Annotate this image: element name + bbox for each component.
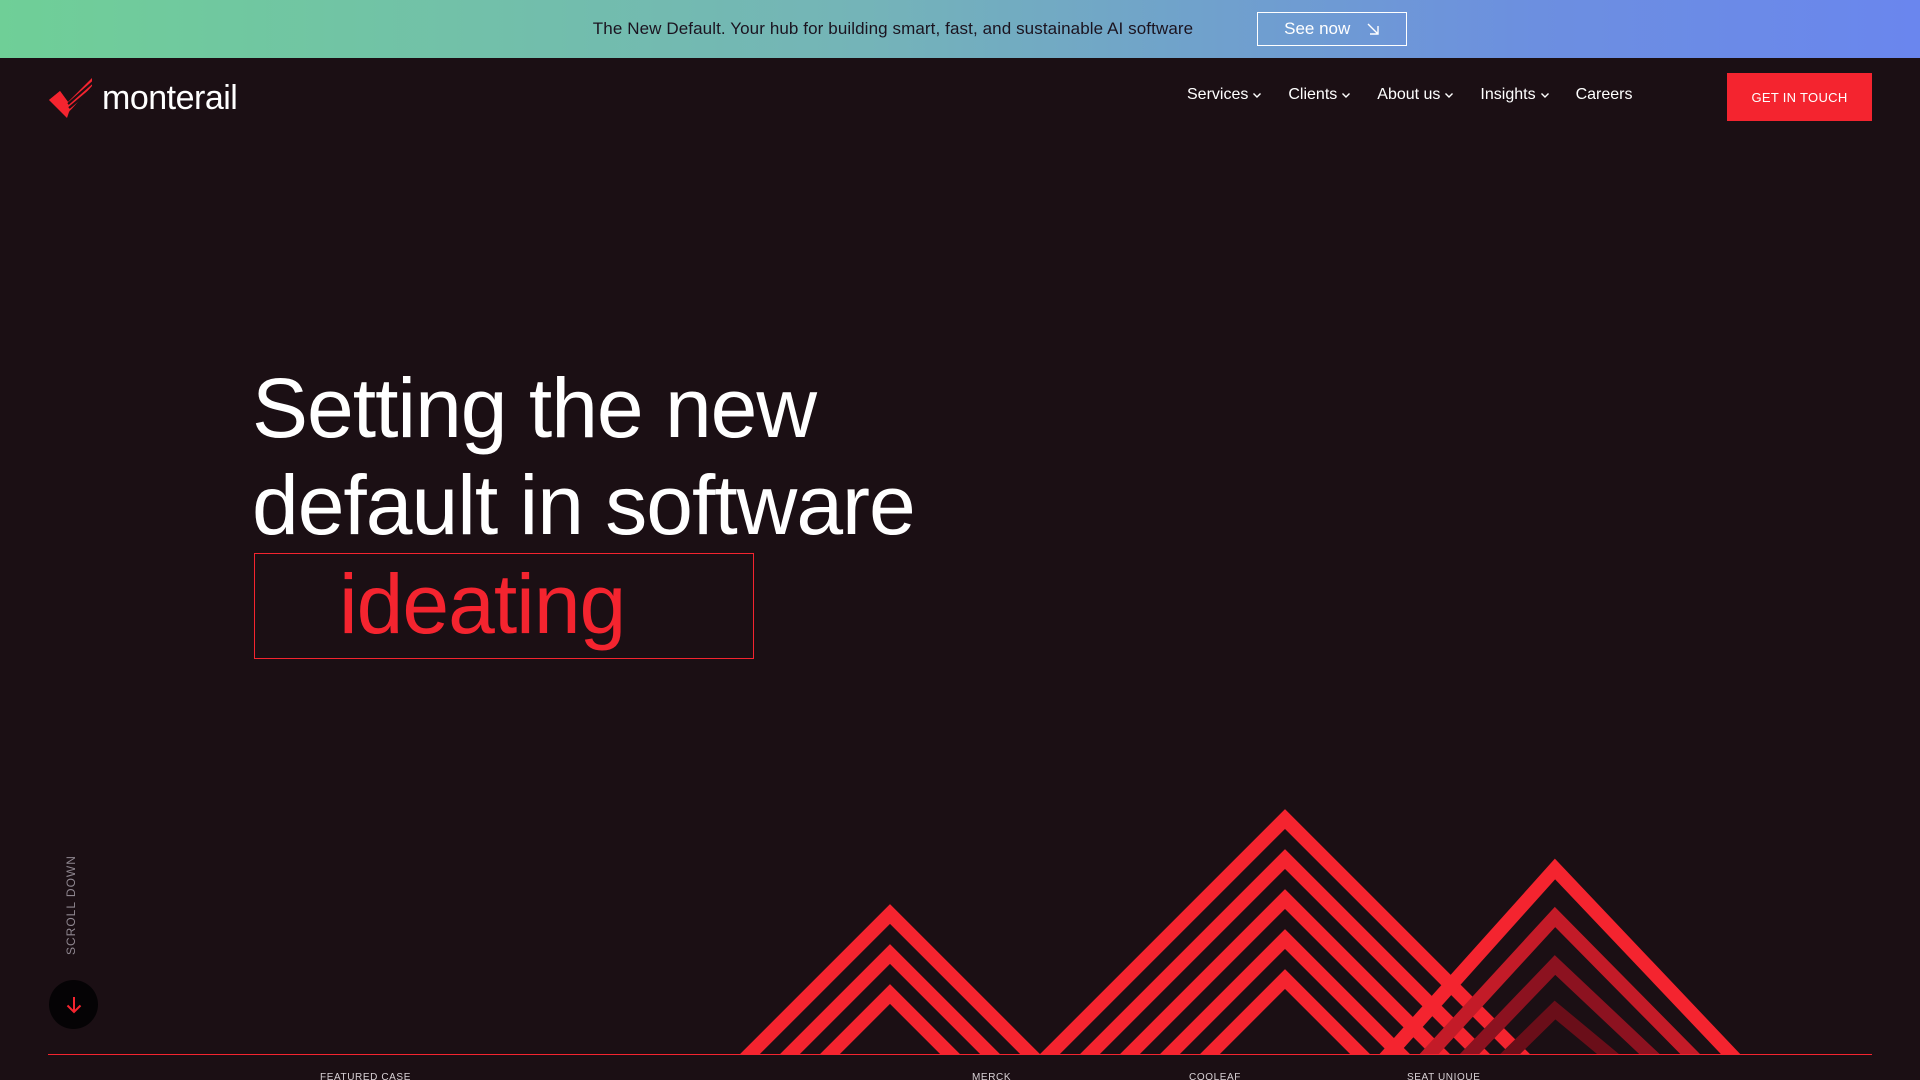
case-tab-seat-unique[interactable]: SEAT UNIQUE [1407,1072,1480,1080]
nav-item-label: Clients [1288,86,1338,103]
nav-item-clients[interactable]: Clients [1288,86,1351,104]
nav-item-insights[interactable]: Insights [1480,86,1549,104]
rotating-word-box: ideating [254,553,754,659]
hero-title: Setting the new default in software [252,360,1152,554]
main-nav: Services Clients About us Insights Caree… [1187,86,1658,104]
arrow-down-right-icon [1367,23,1379,35]
nav-item-services[interactable]: Services [1187,86,1262,104]
hero-title-line-1: Setting the new [252,361,817,455]
logo-link[interactable]: monterail [48,74,238,122]
announcement-banner: The New Default. Your hub for building s… [0,0,1920,58]
site-header: monterail Services Clients About us Insi… [0,58,1920,138]
case-tab-cooleaf[interactable]: COOLEAF [1189,1072,1241,1080]
case-tab-merck[interactable]: MERCK [972,1072,1011,1080]
hero-divider [48,1054,1872,1055]
nav-item-label: Insights [1480,86,1536,103]
banner-text: The New Default. Your hub for building s… [592,19,1194,38]
get-in-touch-button[interactable]: GET IN TOUCH [1727,73,1872,121]
nav-item-label: Services [1187,86,1249,103]
chevron-down-icon [1445,93,1454,98]
nav-item-label: Careers [1575,86,1633,103]
nav-item-careers[interactable]: Careers [1576,86,1633,104]
rotating-word: ideating [339,557,626,651]
featured-case-label: FEATURED CASE [320,1072,411,1080]
nav-item-about-us[interactable]: About us [1377,86,1454,104]
bottom-strip: FEATURED CASE MERCK COOLEAF SEAT UNIQUE [0,1072,1920,1080]
chevron-down-icon [1540,93,1549,98]
chevron-down-icon [1253,93,1262,98]
left-mountain [740,904,1040,1054]
mountains-graphic [740,809,1741,1054]
nav-item-label: About us [1377,86,1441,103]
monterail-bird-logo-icon [49,78,95,118]
logo-text: monterail [102,78,238,117]
hero-title-line-2: default in software [252,458,916,552]
chevron-down-icon [1342,93,1351,98]
see-now-button[interactable]: See now [1257,12,1408,46]
see-now-label: See now [1284,19,1351,38]
